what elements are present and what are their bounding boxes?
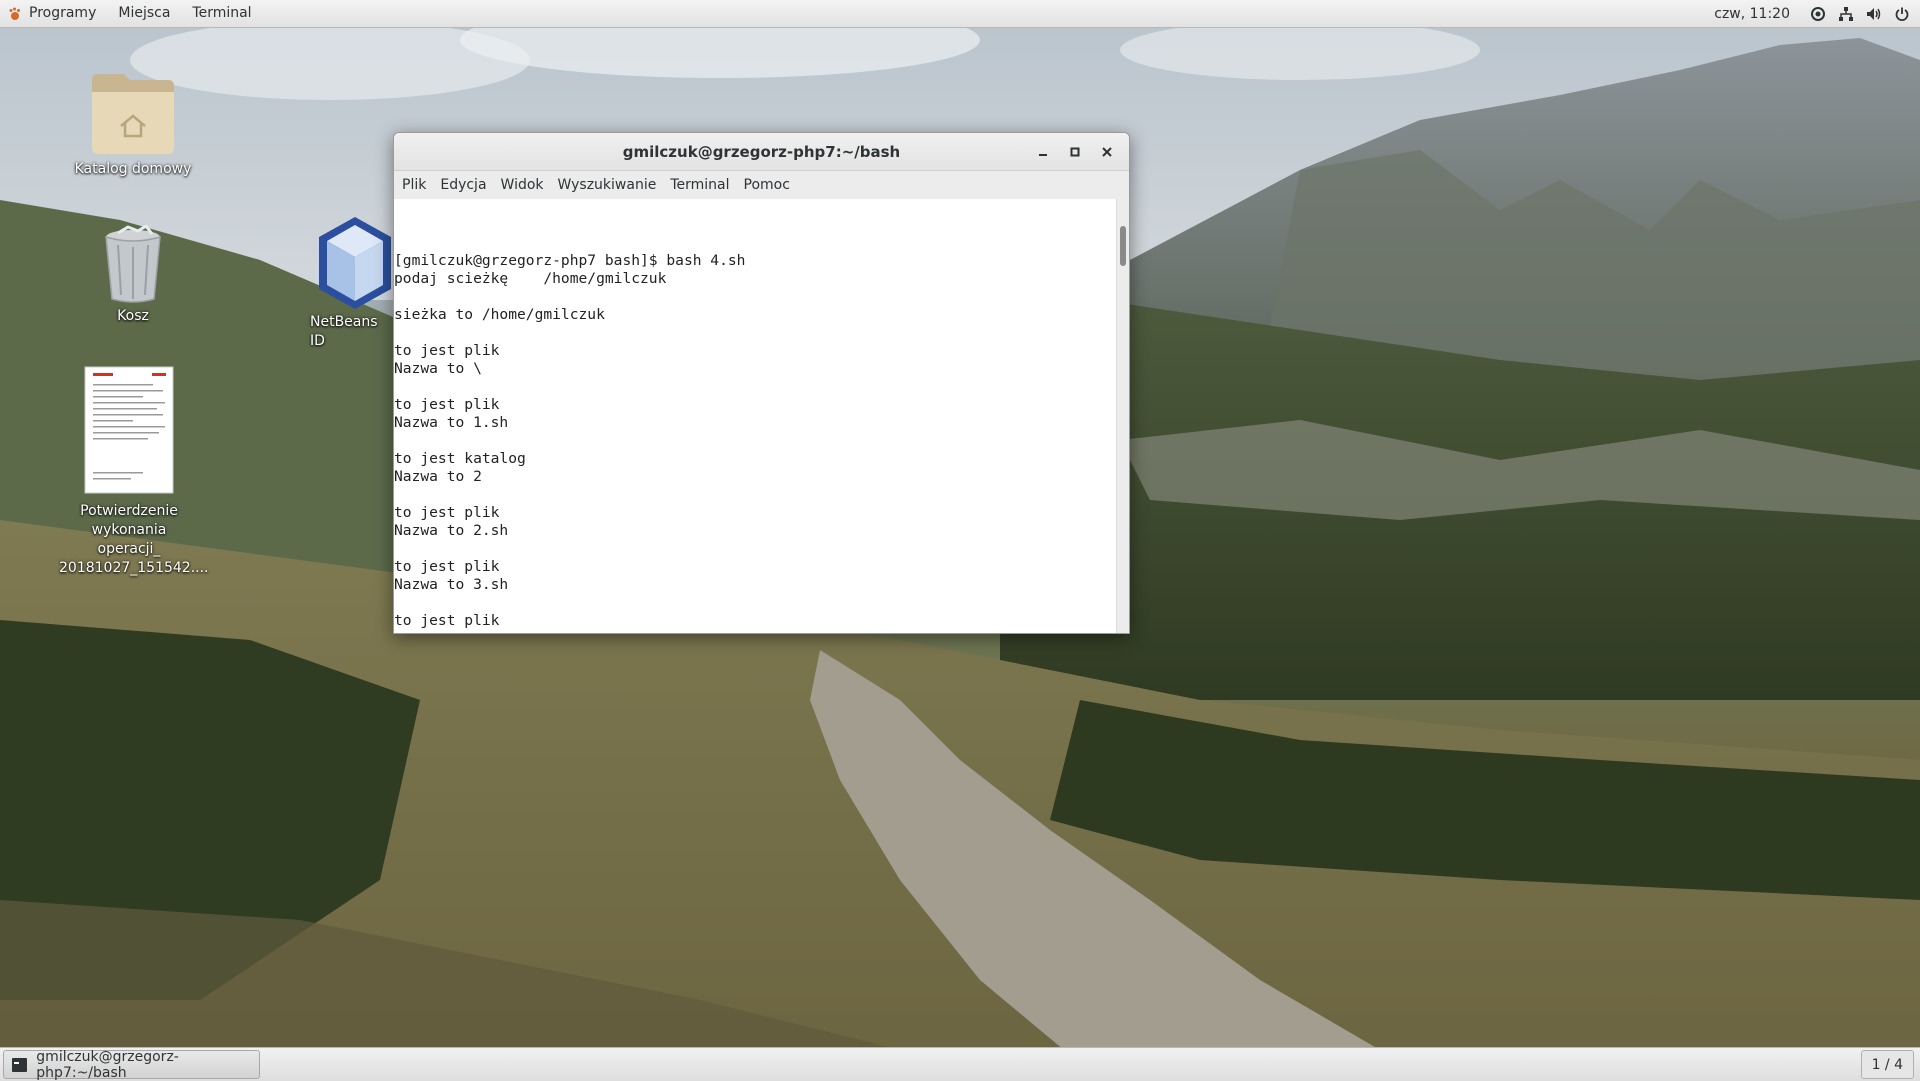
power-icon[interactable] <box>1894 6 1910 22</box>
terminal-icon <box>12 1057 28 1072</box>
applications-menu-label: Programy <box>29 5 97 21</box>
desktop-icon-label: Kosz <box>117 308 149 324</box>
home-folder-icon <box>92 74 174 154</box>
desktop-icon-trash[interactable]: Kosz <box>63 225 203 326</box>
terminal-line: to jest katalog <box>394 450 526 467</box>
maximize-icon <box>1070 147 1080 156</box>
terminal-line: sieżka to /home/gmilczuk <box>394 306 605 323</box>
terminal-window[interactable]: gmilczuk@grzegorz-php7:~/bash Plik Edycj… <box>393 132 1130 634</box>
minimize-button[interactable] <box>1027 138 1059 166</box>
places-menu[interactable]: Miejsca <box>107 0 181 27</box>
network-icon[interactable] <box>1838 6 1854 22</box>
desktop-icon-label-line: wykonania operacji_ <box>91 522 167 557</box>
desktop-icon-label: Katalog domowy <box>74 161 192 177</box>
gnome-foot-icon <box>9 7 20 20</box>
terminal-line: to jest plik <box>394 504 500 521</box>
window-title: gmilczuk@grzegorz-php7:~/bash <box>622 142 901 161</box>
vertical-scrollbar[interactable] <box>1116 199 1129 633</box>
menu-help[interactable]: Pomoc <box>737 171 797 199</box>
terminal-line: to jest plik <box>394 558 500 575</box>
window-menubar: Plik Edycja Widok Wyszukiwanie Terminal … <box>394 171 1129 200</box>
menu-terminal[interactable]: Terminal <box>663 171 736 199</box>
terminal-line: [gmilczuk@grzegorz-php7 bash]$ bash 4.sh <box>394 252 746 269</box>
volume-icon[interactable] <box>1866 6 1882 22</box>
clock[interactable]: czw, 11:20 <box>1700 6 1804 22</box>
window-titlebar[interactable]: gmilczuk@grzegorz-php7:~/bash <box>394 133 1129 171</box>
window-controls <box>1027 133 1123 170</box>
terminal-line: Nazwa to 2.sh <box>394 522 509 539</box>
terminal-line: Nazwa to 1.sh <box>394 414 509 431</box>
workspace-switcher[interactable]: 1 / 4 <box>1860 1050 1914 1079</box>
scrollbar-thumb[interactable] <box>1120 226 1126 266</box>
app-menu[interactable]: Terminal <box>181 0 262 27</box>
desktop-icon-label-line: Potwierdzenie <box>80 503 178 519</box>
desktop-icon-pdf[interactable]: Potwierdzenie wykonania operacji_ 201810… <box>59 366 209 578</box>
terminal-line: Nazwa to 2 <box>394 468 482 485</box>
terminal-area[interactable]: [gmilczuk@grzegorz-php7 bash]$ bash 4.sh… <box>394 199 1129 633</box>
terminal-line: podaj scieżkę /home/gmilczuk <box>394 270 667 287</box>
terminal-output[interactable]: [gmilczuk@grzegorz-php7 bash]$ bash 4.sh… <box>394 199 1117 633</box>
terminal-line: to jest plik <box>394 342 500 359</box>
taskbar-window-button[interactable]: gmilczuk@grzegorz-php7:~/bash <box>3 1048 260 1081</box>
pdf-document-icon <box>84 366 174 494</box>
netbeans-icon <box>319 217 391 309</box>
menu-file[interactable]: Plik <box>394 171 433 199</box>
desktop-icon-label-line: 20181027_151542.... <box>59 560 209 576</box>
desktop-icon-label: NetBeans ID <box>310 314 378 349</box>
minimize-icon <box>1039 153 1047 156</box>
terminal-line: Nazwa to 3.sh <box>394 576 509 593</box>
applications-menu[interactable]: Programy <box>0 0 107 27</box>
terminal-line: to jest plik <box>394 612 500 629</box>
desktop-icon-home[interactable]: Katalog domowy <box>63 70 203 179</box>
top-panel: Programy Miejsca Terminal czw, 11:20 <box>0 0 1920 28</box>
trash-icon <box>105 225 161 303</box>
menu-edit[interactable]: Edycja <box>433 171 493 199</box>
accessibility-icon[interactable] <box>1810 6 1826 22</box>
close-button[interactable] <box>1091 138 1123 166</box>
taskbar-window-label: gmilczuk@grzegorz-php7:~/bash <box>36 1048 179 1081</box>
terminal-line: Nazwa to \ <box>394 360 482 377</box>
maximize-button[interactable] <box>1059 138 1091 166</box>
menu-search[interactable]: Wyszukiwanie <box>551 171 664 199</box>
bottom-panel: gmilczuk@grzegorz-php7:~/bash 1 / 4 <box>0 1047 1920 1081</box>
close-icon <box>1102 146 1112 157</box>
menu-view[interactable]: Widok <box>494 171 551 199</box>
terminal-line: to jest plik <box>394 396 500 413</box>
desktop-icon-netbeans[interactable]: NetBeans ID <box>295 215 395 351</box>
